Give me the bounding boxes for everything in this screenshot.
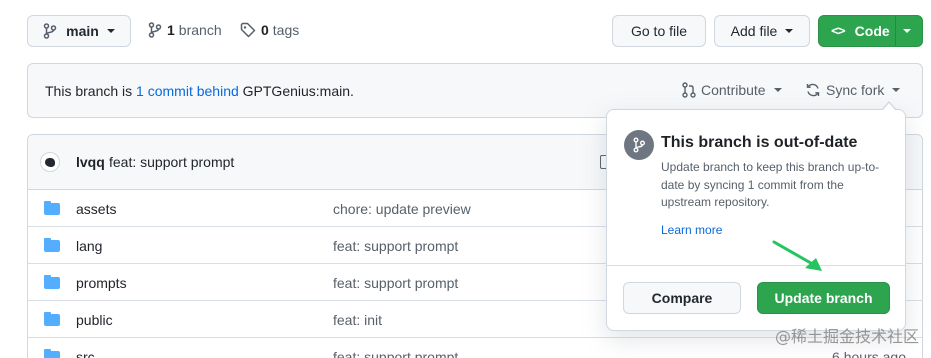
add-file-button[interactable]: Add file — [714, 15, 810, 47]
git-branch-icon — [148, 22, 162, 38]
branch-status-text: This branch is 1 commit behind GPTGenius… — [45, 83, 354, 99]
file-commit-message[interactable]: chore: update preview — [333, 201, 471, 217]
chevron-down-icon — [892, 88, 901, 92]
pull-request-icon — [682, 82, 696, 98]
code-label: Code — [854, 23, 890, 39]
folder-icon — [44, 349, 60, 358]
file-name[interactable]: src — [76, 349, 95, 358]
sync-icon — [806, 83, 820, 97]
folder-icon — [44, 312, 60, 326]
button-divider — [895, 16, 896, 46]
update-branch-label: Update branch — [774, 290, 873, 306]
folder-icon — [44, 238, 60, 252]
go-to-file-label: Go to file — [630, 23, 688, 39]
chevron-down-icon — [773, 88, 782, 92]
folder-icon — [44, 201, 60, 215]
update-branch-button[interactable]: Update branch — [757, 282, 890, 314]
sync-fork-popover: This branch is out-of-date Update branch… — [606, 101, 906, 331]
sync-fork-label: Sync fork — [826, 82, 885, 98]
chevron-down-icon — [785, 29, 794, 33]
commit-message[interactable]: feat: support prompt — [109, 154, 234, 170]
git-branch-icon — [43, 23, 57, 39]
file-name[interactable]: lang — [76, 238, 102, 254]
tag-icon — [240, 22, 256, 38]
file-age: 6 hours ago — [832, 349, 906, 358]
branch-select-button[interactable]: main — [27, 15, 131, 47]
chevron-down-icon — [903, 29, 911, 33]
divider — [607, 265, 905, 266]
commit-author[interactable]: lvqq — [76, 154, 105, 170]
chevron-down-icon — [106, 29, 115, 33]
learn-more-link[interactable]: Learn more — [661, 223, 722, 237]
watermark-text: @稀土掘金技术社区 — [774, 327, 919, 346]
contribute-label: Contribute — [701, 82, 766, 98]
tag-count: 0 — [261, 22, 269, 38]
popover-title: This branch is out-of-date — [661, 134, 858, 151]
branch-count: 1 — [167, 22, 175, 38]
compare-label: Compare — [651, 290, 713, 306]
tag-label: tags — [272, 22, 300, 38]
sync-fork-button[interactable]: Sync fork — [805, 82, 901, 98]
status-prefix: This branch is — [45, 83, 137, 99]
tags-link[interactable]: 0 tags — [240, 22, 299, 38]
code-icon: <> — [831, 23, 846, 39]
file-commit-message[interactable]: feat: support prompt — [333, 349, 458, 358]
avatar[interactable] — [40, 152, 60, 172]
status-suffix: GPTGenius:main. — [238, 83, 354, 99]
code-button[interactable]: <> Code — [818, 15, 923, 47]
file-commit-message[interactable]: feat: support prompt — [333, 238, 458, 254]
file-commit-message[interactable]: feat: init — [333, 312, 382, 328]
go-to-file-button[interactable]: Go to file — [612, 15, 706, 47]
add-file-label: Add file — [730, 23, 778, 39]
file-name[interactable]: prompts — [76, 275, 127, 291]
file-name[interactable]: public — [76, 312, 113, 328]
commits-behind-link[interactable]: 1 commit behind — [136, 83, 239, 99]
branch-name: main — [66, 23, 99, 39]
git-branch-icon — [624, 130, 654, 160]
branch-label: branch — [178, 22, 222, 38]
annotation-arrow-icon — [772, 240, 822, 271]
file-commit-message[interactable]: feat: support prompt — [333, 275, 458, 291]
folder-icon — [44, 275, 60, 289]
popover-description: Update branch to keep this branch up-to-… — [661, 160, 880, 209]
compare-button[interactable]: Compare — [623, 282, 741, 314]
file-name[interactable]: assets — [76, 201, 116, 217]
branches-link[interactable]: 1 branch — [148, 22, 222, 38]
contribute-button[interactable]: Contribute — [682, 82, 782, 98]
